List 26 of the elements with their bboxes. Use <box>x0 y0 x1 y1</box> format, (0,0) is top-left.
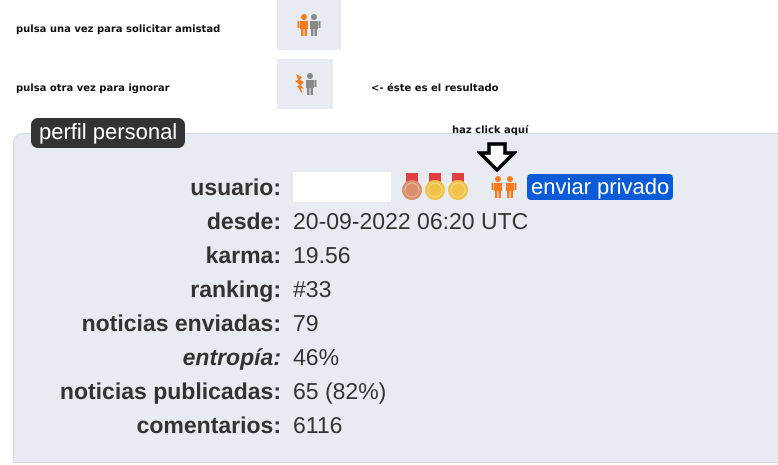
field-value: 6116 <box>293 412 344 438</box>
field-label: ranking: <box>189 276 281 302</box>
down-arrow-icon <box>477 142 517 172</box>
friends-icon[interactable] <box>491 175 517 199</box>
field-value: 20-09-2022 06:20 UTC <box>293 208 530 234</box>
field-value: 46% <box>293 344 340 370</box>
field-label: entropía: <box>182 344 281 370</box>
field-value: 79 <box>293 310 320 336</box>
field-value: 19.56 <box>293 242 352 268</box>
section-title: perfil personal <box>31 118 186 148</box>
instruction-text: pulsa una vez para solicitar amistad <box>15 24 222 35</box>
icon-button[interactable] <box>277 0 341 50</box>
field-label: noticias publicadas: <box>58 378 281 404</box>
send-private-button[interactable]: enviar privado <box>527 174 674 200</box>
result-note: <- éste es el resultado <box>370 83 500 94</box>
field-value: #33 <box>293 276 332 302</box>
field-label: noticias enviadas: <box>80 310 281 336</box>
instruction-text: pulsa otra vez para ignorar <box>15 83 171 94</box>
friendship-icon[interactable] <box>296 13 322 37</box>
field-label: karma: <box>204 242 281 268</box>
field-value: 65 (82%) <box>293 378 388 404</box>
click-hint: haz click aquí <box>452 125 528 136</box>
field-label: usuario: <box>189 174 281 200</box>
icon-button[interactable] <box>277 59 333 109</box>
field-label: desde: <box>206 208 281 234</box>
field-label: comentarios: <box>136 412 281 438</box>
